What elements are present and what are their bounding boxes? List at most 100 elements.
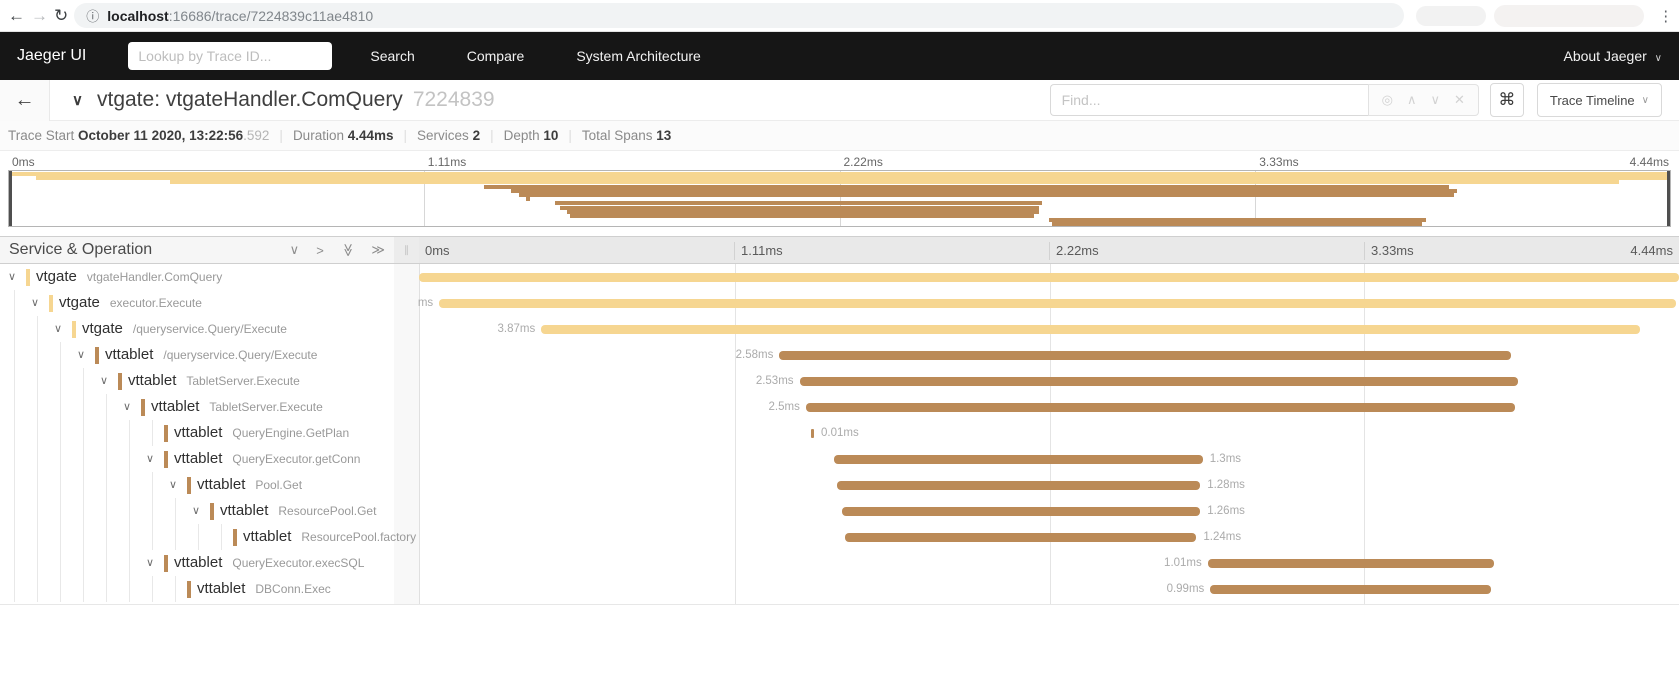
trace-id-lookup-input[interactable] — [128, 42, 332, 70]
span-collapse-chevron-icon[interactable]: ∨ — [146, 550, 154, 576]
span-graph-cell[interactable] — [419, 264, 1679, 290]
span-collapse-chevron-icon[interactable]: ∨ — [54, 316, 62, 342]
span-collapse-chevron-icon[interactable]: ∨ — [192, 498, 200, 524]
span-row[interactable]: ∨vttabletTabletServer.Execute 2.53ms — [0, 368, 1679, 394]
span-duration-bar[interactable] — [1208, 559, 1494, 568]
about-jaeger-menu[interactable]: About Jaeger ∨ — [1563, 48, 1662, 64]
span-collapse-chevron-icon[interactable]: ∨ — [123, 394, 131, 420]
collapse-trace-chevron-icon[interactable]: ∨ — [72, 91, 83, 109]
span-tree-cell[interactable]: ∨vttabletTabletServer.Execute — [0, 368, 394, 394]
indent-guide — [129, 550, 130, 576]
browser-forward-icon[interactable]: → — [31, 3, 48, 29]
span-row[interactable]: ∨vttabletQueryExecutor.execSQL 1.01ms — [0, 550, 1679, 576]
span-operation-name: Pool.Get — [255, 478, 302, 492]
browser-back-icon[interactable]: ← — [8, 3, 25, 29]
span-service-name: vttabletTabletServer.Execute — [151, 394, 323, 420]
span-row[interactable]: vttabletDBConn.Exec 0.99ms — [0, 576, 1679, 602]
span-tree-cell[interactable]: ∨vttabletQueryExecutor.getConn — [0, 446, 394, 472]
span-row[interactable]: ∨vtgatevtgateHandler.ComQuery — [0, 264, 1679, 290]
span-duration-bar[interactable] — [842, 507, 1200, 516]
nav-item-compare[interactable]: Compare — [467, 48, 525, 64]
collapse-all-icon[interactable]: ≫ — [340, 243, 356, 257]
span-graph-cell[interactable]: 1.01ms — [419, 550, 1679, 576]
span-tree-cell[interactable]: ∨vtgateexecutor.Execute — [0, 290, 394, 316]
span-graph-cell[interactable]: 2.58ms — [419, 342, 1679, 368]
span-tree-cell[interactable]: ∨vttablet/queryservice.Query/Execute — [0, 342, 394, 368]
span-duration-bar[interactable] — [541, 325, 1640, 334]
span-graph-cell[interactable]: 2.53ms — [419, 368, 1679, 394]
span-tree-cell[interactable]: vttabletResourcePool.factory — [0, 524, 394, 550]
span-tree-cell[interactable]: ∨ vttabletTabletServer.Execute — [0, 394, 394, 420]
jaeger-brand[interactable]: Jaeger UI — [17, 47, 86, 65]
span-duration-bar[interactable] — [811, 429, 814, 438]
span-duration-bar[interactable] — [837, 481, 1200, 490]
span-row[interactable]: ∨ vttabletTabletServer.Execute 2.5ms — [0, 394, 1679, 420]
indent-guide — [129, 446, 130, 472]
collapse-one-icon[interactable]: ∨ — [290, 242, 300, 258]
span-collapse-chevron-icon[interactable]: ∨ — [77, 342, 85, 368]
span-graph-cell[interactable]: 3.87ms — [419, 316, 1679, 342]
span-row[interactable]: ∨vttabletPool.Get 1.28ms — [0, 472, 1679, 498]
nav-item-search[interactable]: Search — [370, 48, 414, 64]
span-graph-cell[interactable]: 0.99ms — [419, 576, 1679, 602]
span-graph-cell[interactable]: 1.26ms — [419, 498, 1679, 524]
site-info-icon[interactable]: ⓘ — [86, 6, 99, 25]
span-duration-bar[interactable] — [806, 403, 1515, 412]
indent-guide — [83, 420, 84, 446]
focus-match-icon[interactable]: ◎ — [1382, 92, 1393, 108]
span-tree-cell[interactable]: ∨vttabletResourcePool.Get — [0, 498, 394, 524]
span-collapse-chevron-icon[interactable]: ∨ — [31, 290, 39, 316]
span-graph-cell[interactable]: 0.01ms — [419, 420, 1679, 446]
minimap-left-handle[interactable] — [9, 171, 12, 226]
span-tree-cell[interactable]: vttabletQueryEngine.GetPlan — [0, 420, 394, 446]
prev-match-icon[interactable]: ∧ — [1407, 92, 1417, 108]
span-duration-bar[interactable] — [439, 299, 1676, 308]
minimap-right-handle[interactable] — [1667, 171, 1670, 226]
span-graph-cell[interactable]: 2.5ms — [419, 394, 1679, 420]
next-match-icon[interactable]: ∨ — [1430, 92, 1440, 108]
keyboard-shortcuts-button[interactable]: ⌘ — [1490, 83, 1524, 117]
span-graph-cell[interactable]: ms — [419, 290, 1679, 316]
span-duration-label: 1.28ms — [1207, 472, 1245, 498]
span-collapse-chevron-icon[interactable]: ∨ — [169, 472, 177, 498]
span-duration-bar[interactable] — [779, 351, 1511, 360]
span-row[interactable]: ∨vttabletQueryExecutor.getConn 1.3ms — [0, 446, 1679, 472]
browser-menu-icon[interactable]: ⋮ — [1658, 7, 1673, 25]
span-collapse-chevron-icon[interactable]: ∨ — [100, 368, 108, 394]
span-tree-cell[interactable]: ∨vttabletQueryExecutor.execSQL — [0, 550, 394, 576]
browser-reload-icon[interactable]: ↻ — [54, 3, 68, 29]
span-color-indicator — [187, 477, 191, 494]
span-graph-cell[interactable]: 1.24ms — [419, 524, 1679, 550]
span-collapse-chevron-icon[interactable]: ∨ — [8, 264, 16, 290]
span-duration-bar[interactable] — [800, 377, 1518, 386]
expand-all-icon[interactable]: ≫ — [371, 242, 385, 258]
expand-one-icon[interactable]: > — [316, 243, 324, 258]
minimap-canvas[interactable] — [8, 170, 1671, 227]
span-row[interactable]: vttabletResourcePool.factory 1.24ms — [0, 524, 1679, 550]
back-to-search-button[interactable]: ← — [0, 80, 50, 121]
panel-resizer-grip[interactable]: ∥ — [394, 237, 419, 263]
span-row[interactable]: vttabletQueryEngine.GetPlan 0.01ms — [0, 420, 1679, 446]
span-graph-cell[interactable]: 1.3ms — [419, 446, 1679, 472]
span-graph-cell[interactable]: 1.28ms — [419, 472, 1679, 498]
clear-find-icon[interactable]: ✕ — [1454, 92, 1465, 108]
indent-guide — [60, 550, 61, 576]
span-row[interactable]: ∨vtgateexecutor.Execute ms — [0, 290, 1679, 316]
span-row[interactable]: ∨vttabletResourcePool.Get 1.26ms — [0, 498, 1679, 524]
span-duration-bar[interactable] — [1210, 585, 1491, 594]
span-operation-name: /queryservice.Query/Execute — [163, 348, 317, 362]
span-duration-bar[interactable] — [419, 273, 1679, 282]
span-duration-bar[interactable] — [845, 533, 1197, 542]
address-bar[interactable]: ⓘ localhost:16686/trace/7224839c11ae4810 — [74, 3, 1404, 28]
span-row[interactable]: ∨vtgate/queryservice.Query/Execute 3.87ms — [0, 316, 1679, 342]
span-tree-cell[interactable]: ∨vtgatevtgateHandler.ComQuery — [0, 264, 394, 290]
span-collapse-chevron-icon[interactable]: ∨ — [146, 446, 154, 472]
span-tree-cell[interactable]: ∨vtgate/queryservice.Query/Execute — [0, 316, 394, 342]
span-duration-bar[interactable] — [834, 455, 1203, 464]
span-row[interactable]: ∨vttablet/queryservice.Query/Execute 2.58… — [0, 342, 1679, 368]
nav-item-system-architecture[interactable]: System Architecture — [576, 48, 701, 64]
find-input[interactable] — [1050, 84, 1368, 116]
span-tree-cell[interactable]: ∨vttabletPool.Get — [0, 472, 394, 498]
trace-view-dropdown[interactable]: Trace Timeline ∨ — [1537, 83, 1662, 117]
span-tree-cell[interactable]: vttabletDBConn.Exec — [0, 576, 394, 602]
